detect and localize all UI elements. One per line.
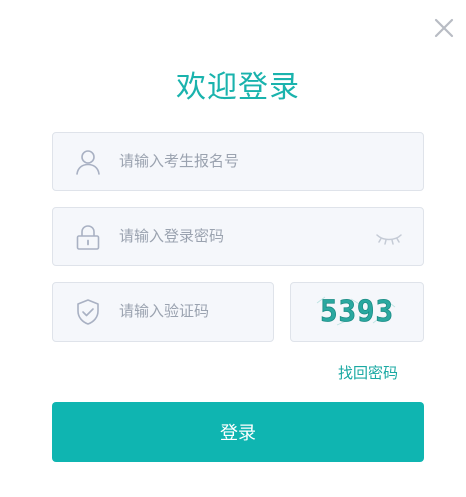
lock-icon — [76, 225, 100, 250]
exam-number-field[interactable]: 请输入考生报名号 — [52, 132, 424, 191]
login-button[interactable]: 登录 — [52, 402, 424, 462]
captcha-image[interactable]: 5393 — [290, 282, 424, 342]
exam-number-placeholder: 请输入考生报名号 — [119, 152, 240, 170]
captcha-placeholder: 请输入验证码 — [119, 302, 210, 320]
password-field[interactable]: 请输入登录密码 — [52, 207, 424, 266]
user-icon — [76, 150, 100, 175]
dialog-title: 欢迎登录 — [176, 70, 300, 105]
captcha-field[interactable]: 请输入验证码 — [52, 282, 274, 342]
captcha-text: 5393 — [320, 294, 394, 328]
shield-check-icon — [77, 299, 99, 325]
eye-closed-icon[interactable] — [375, 230, 403, 246]
password-placeholder: 请输入登录密码 — [119, 227, 225, 245]
forgot-password-link[interactable]: 找回密码 — [338, 362, 398, 383]
close-icon[interactable] — [433, 17, 455, 39]
